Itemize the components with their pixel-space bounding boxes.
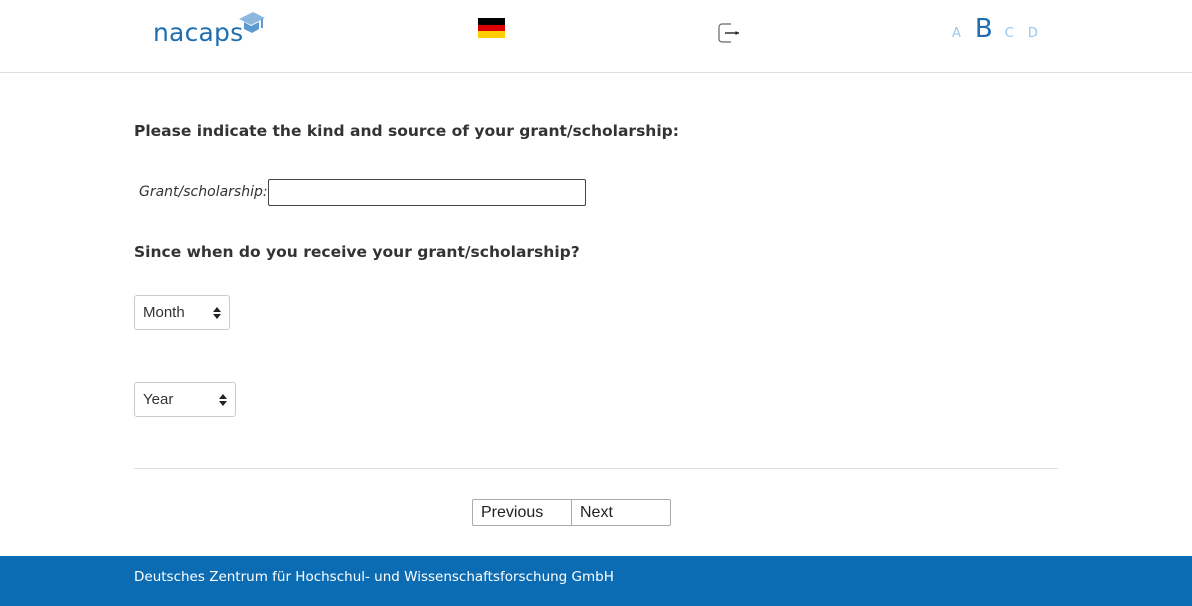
flag-stripe-gold [478,31,505,39]
header: nacaps A B C D [0,0,1192,73]
font-size-c[interactable]: C [1005,26,1014,41]
font-size-a[interactable]: A [952,26,961,41]
font-size-switcher: A B C D [952,14,1038,44]
graduation-cap-icon [239,12,265,33]
month-select-value: Month [143,304,185,321]
divider [134,468,1058,469]
font-size-b[interactable]: B [975,14,993,44]
footer-text: Deutsches Zentrum für Hochschul- und Wis… [134,569,614,585]
nacaps-logo[interactable]: nacaps [153,10,273,50]
year-select[interactable]: Year [134,382,236,417]
grant-scholarship-label: Grant/scholarship: [139,184,268,200]
previous-button[interactable]: Previous [472,499,572,526]
select-arrows-icon [219,393,227,406]
select-arrows-icon [213,306,221,319]
question-grant-kind: Please indicate the kind and source of y… [134,122,679,140]
footer: Deutsches Zentrum für Hochschul- und Wis… [0,556,1192,606]
next-button[interactable]: Next [571,499,671,526]
flag-stripe-red [478,24,505,32]
exit-icon[interactable] [717,21,741,45]
question-since-when: Since when do you receive your grant/sch… [134,243,580,261]
year-select-value: Year [143,391,174,408]
month-select[interactable]: Month [134,295,230,330]
grant-scholarship-input[interactable] [268,179,586,206]
german-flag-icon[interactable] [478,18,505,39]
flag-stripe-black [478,18,505,25]
logo-text: nacaps [153,18,244,47]
font-size-d[interactable]: D [1028,26,1038,41]
